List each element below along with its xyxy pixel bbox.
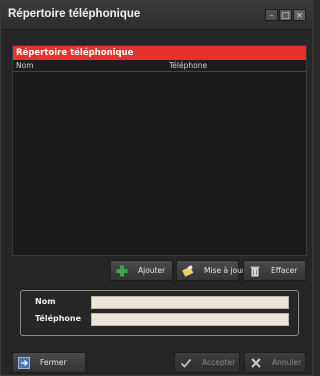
list-title: Répertoire téléphonique (13, 46, 306, 60)
accept-button[interactable]: Accepter (174, 352, 240, 373)
update-button[interactable]: Mise à jour (176, 260, 245, 281)
cancel-button[interactable]: Annuler (244, 352, 306, 373)
column-header-name[interactable]: Nom (16, 60, 34, 71)
contact-form: Nom Téléphone (20, 290, 299, 336)
add-button[interactable]: Ajouter (110, 260, 173, 281)
trash-icon (249, 265, 261, 277)
list-body[interactable] (13, 72, 306, 255)
delete-button[interactable]: Effacer (243, 260, 306, 281)
name-field[interactable] (91, 296, 289, 309)
phonebook-list[interactable]: Répertoire téléphonique Nom Téléphone (12, 45, 307, 256)
minimize-button[interactable]: – (265, 9, 278, 21)
checkmark-icon (180, 357, 192, 369)
plus-icon (116, 265, 128, 277)
phone-label: Téléphone (35, 314, 82, 323)
delete-button-label: Effacer (271, 266, 298, 275)
update-button-label: Mise à jour (204, 266, 245, 275)
exit-icon (18, 356, 30, 369)
title-bar[interactable]: Répertoire téléphonique – □ × (1, 1, 312, 30)
column-header-phone[interactable]: Téléphone (169, 60, 207, 71)
name-label: Nom (35, 297, 56, 306)
phone-field[interactable] (91, 313, 289, 326)
accept-button-label: Accepter (202, 358, 236, 367)
phonebook-window: Répertoire téléphonique – □ × Répertoire… (0, 0, 313, 376)
cancel-button-label: Annuler (272, 358, 302, 367)
edit-icon (182, 264, 194, 277)
close-window-button[interactable]: × (293, 9, 306, 21)
window-title: Répertoire téléphonique (8, 8, 141, 20)
list-header: Nom Téléphone (13, 60, 306, 72)
maximize-button[interactable]: □ (279, 9, 292, 21)
add-button-label: Ajouter (138, 266, 166, 275)
window-controls: – □ × (265, 9, 306, 21)
close-button[interactable]: Fermer (12, 352, 86, 373)
x-icon (250, 357, 262, 369)
close-button-label: Fermer (40, 358, 67, 367)
